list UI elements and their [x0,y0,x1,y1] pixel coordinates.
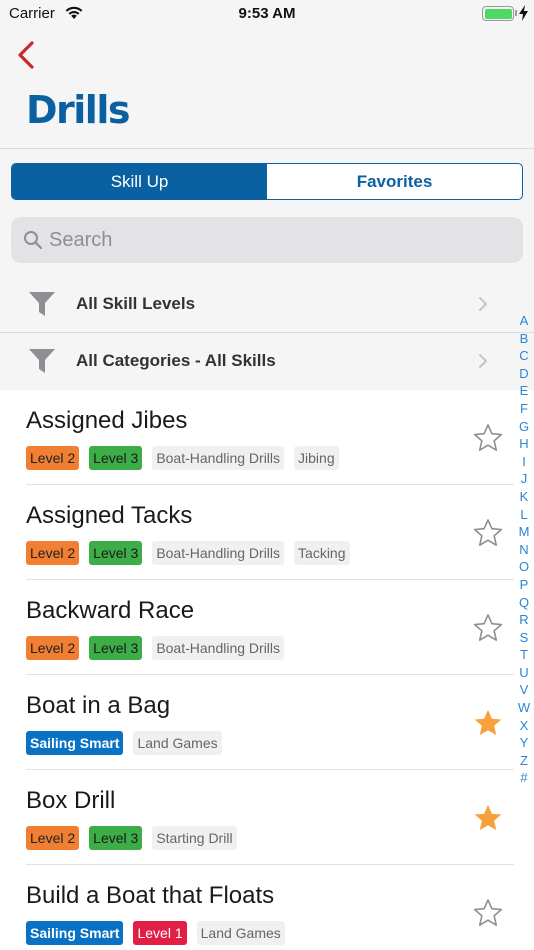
segment-favorites[interactable]: Favorites [267,164,522,199]
back-chevron-icon[interactable] [14,40,38,70]
drill-name: Boat in a Bag [26,692,171,719]
index-letter[interactable]: C [514,347,534,365]
index-letter[interactable]: T [514,646,534,664]
index-letter[interactable]: H [514,435,534,453]
level-tag: Level 1 [133,921,187,945]
filter-label: All Skill Levels [76,294,196,313]
star-filled-icon[interactable] [472,707,504,739]
search-input[interactable] [49,217,509,263]
level-tag: Level 3 [89,826,143,850]
index-letter[interactable]: P [514,576,534,594]
list-item[interactable]: Assigned Tacks Level 2 Level 3 Boat-Handlin… [0,485,514,580]
star-outline-icon[interactable] [472,422,504,454]
category-tag: Land Games [133,731,222,755]
status-bar: Carrier 9:53 AM [0,0,534,28]
category-tag: Boat-Handling Drills [152,636,285,660]
chevron-right-icon [478,353,488,374]
tag-group: Level 2 Level 3 Starting Drill [26,826,237,850]
tag-group: Level 2 Level 3 Boat-Handling Drills Tackin… [26,541,350,565]
level-tag: Level 3 [89,636,143,660]
segmented-control: Skill Up Favorites [11,163,523,200]
category-tag: Starting Drill [152,826,237,850]
index-letter[interactable]: # [514,769,534,787]
index-letter[interactable]: I [514,453,534,471]
list-item[interactable]: Backward Race Level 2 Level 3 Boat-Handling… [0,580,514,675]
clock: 9:53 AM [238,5,296,22]
star-outline-icon[interactable] [472,897,504,929]
category-tag: Land Games [196,921,285,945]
category-tag: Jibing [294,446,339,470]
drill-name: Assigned Jibes [26,407,188,434]
filter-label: All Categories - All Skills [76,351,276,370]
drill-name: Box Drill [26,787,116,814]
index-letter[interactable]: A [514,312,534,330]
tag-group: Level 2 Level 3 Boat-Handling Drills [26,636,285,660]
index-letter[interactable]: G [514,418,534,436]
list-item[interactable]: Boat in a Bag Sailing Smart Land Games [0,675,514,770]
star-outline-icon[interactable] [472,517,504,549]
page-title: Drills [26,88,130,132]
sailing-smart-tag: Sailing Smart [26,921,124,945]
chevron-right-icon [478,296,488,317]
index-letter[interactable]: W [514,699,534,717]
star-filled-icon[interactable] [472,802,504,834]
battery-tip [515,10,517,16]
index-letter[interactable]: V [514,681,534,699]
index-letter[interactable]: M [514,523,534,541]
category-tag: Boat-Handling Drills [152,541,285,565]
header-divider [0,148,534,149]
index-letter[interactable]: Z [514,752,534,770]
index-letter[interactable]: E [514,382,534,400]
charging-bolt-icon [519,5,528,26]
index-letter[interactable]: D [514,365,534,383]
level-tag: Level 2 [26,446,80,470]
tag-group: Sailing Smart Land Games [26,731,222,755]
tag-group: Level 2 Level 3 Boat-Handling Drills Jibing [26,446,339,470]
index-letter[interactable]: R [514,611,534,629]
index-letter[interactable]: Y [514,734,534,752]
drill-name: Backward Race [26,597,195,624]
search-icon [23,230,43,255]
index-letter[interactable]: U [514,664,534,682]
search-bar [11,217,523,263]
index-letter[interactable]: Q [514,594,534,612]
index-letter[interactable]: L [514,506,534,524]
index-letter[interactable]: F [514,400,534,418]
index-letter[interactable]: S [514,629,534,647]
filter-icon [28,291,56,322]
drill-name: Build a Boat that Floats [26,882,275,909]
index-letter[interactable]: O [514,558,534,576]
index-letter[interactable]: N [514,541,534,559]
battery-icon [482,6,514,21]
level-tag: Level 2 [26,636,80,660]
tag-group: Sailing Smart Level 1 Land Games [26,921,285,945]
level-tag: Level 3 [89,446,143,470]
filter-categories[interactable]: All Categories - All Skills [0,333,534,389]
level-tag: Level 2 [26,541,80,565]
category-tag: Tacking [294,541,350,565]
list-item[interactable]: Box Drill Level 2 Level 3 Starting Drill [0,770,514,865]
index-letter[interactable]: K [514,488,534,506]
segment-skill-up[interactable]: Skill Up [12,164,267,199]
level-tag: Level 3 [89,541,143,565]
list-item[interactable]: Assigned Jibes Level 2 Level 3 Boat-Handlin… [0,390,514,485]
filter-icon [28,348,56,379]
sailing-smart-tag: Sailing Smart [26,731,124,755]
index-letter[interactable]: J [514,470,534,488]
index-letter[interactable]: X [514,717,534,735]
drill-name: Assigned Tacks [26,502,193,529]
level-tag: Level 2 [26,826,80,850]
list-item[interactable]: Build a Boat that Floats Sailing Smart Lev… [0,865,514,950]
star-outline-icon[interactable] [472,612,504,644]
drill-list: Assigned Jibes Level 2 Level 3 Boat-Handlin… [0,390,514,950]
category-tag: Boat-Handling Drills [152,446,285,470]
section-index[interactable]: A B C D E F G H I J K L M N O P Q R S T U V W X Y Z # [514,312,534,787]
filter-skill-levels[interactable]: All Skill Levels [0,276,534,332]
index-letter[interactable]: B [514,330,534,348]
